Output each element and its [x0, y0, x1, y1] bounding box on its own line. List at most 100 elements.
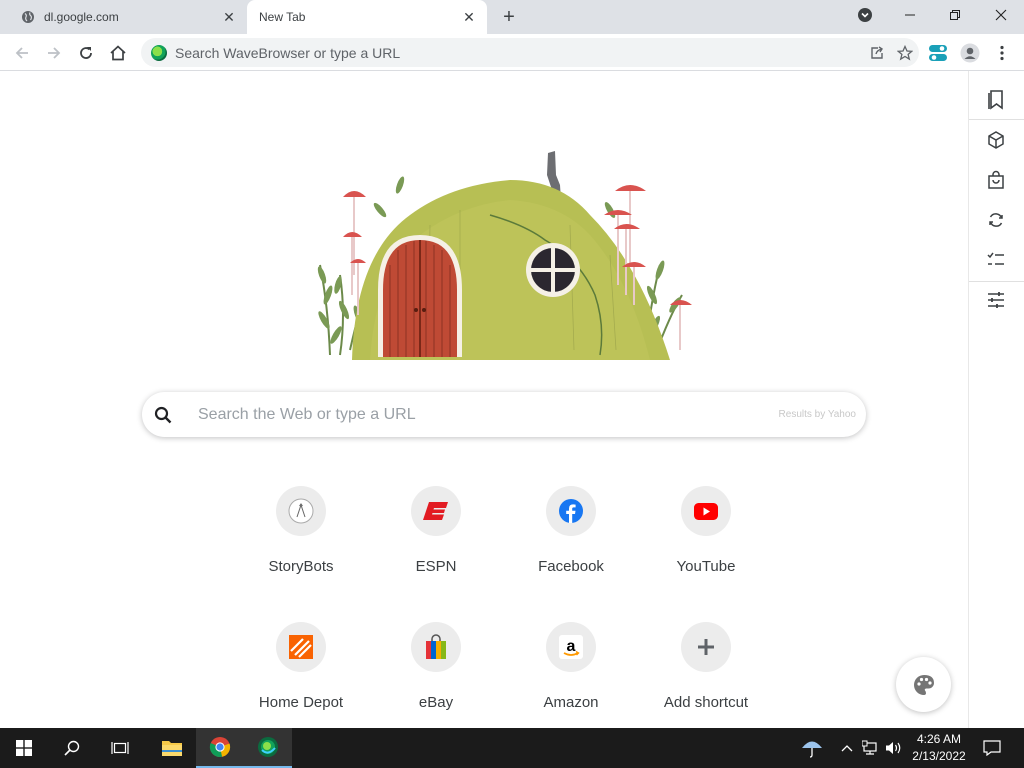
tab-search-button[interactable]: [842, 0, 888, 30]
sliders-icon: [988, 292, 1004, 308]
start-button[interactable]: [0, 728, 48, 768]
windows-taskbar: 4:26 AM 2/13/2022: [0, 728, 1024, 768]
shortcut-label: Home Depot: [258, 694, 344, 711]
svg-text:a: a: [567, 638, 576, 655]
close-tab-icon[interactable]: ✕: [459, 7, 479, 27]
bookmarks-icon: [988, 90, 1003, 110]
profile-button[interactable]: [956, 39, 984, 67]
task-view-icon: [111, 742, 129, 754]
tab-strip: dl.google.com ✕ New Tab ✕ +: [0, 0, 1024, 34]
add-shortcut-button[interactable]: Add shortcut: [650, 622, 762, 734]
reload-button[interactable]: [72, 39, 100, 67]
tab-new-tab[interactable]: New Tab ✕: [247, 0, 487, 34]
taskbar-search-button[interactable]: [48, 728, 96, 768]
windows-logo-icon: [16, 740, 32, 756]
address-bar-placeholder: Search WaveBrowser or type a URL: [175, 44, 401, 61]
network-icon: [862, 740, 877, 755]
address-bar[interactable]: Search WaveBrowser or type a URL: [141, 38, 919, 67]
star-icon: [897, 44, 913, 60]
clock-date: 2/13/2022: [912, 749, 966, 763]
show-hidden-icons-button[interactable]: [837, 738, 857, 758]
espn-icon: [411, 486, 461, 536]
plus-icon: [681, 622, 731, 672]
search-icon: [64, 740, 80, 756]
sidebar-divider: [969, 119, 1024, 120]
share-button[interactable]: [863, 39, 891, 67]
palette-icon: [913, 674, 934, 695]
shortcut-label: YouTube: [676, 558, 736, 575]
task-view-button[interactable]: [96, 728, 144, 768]
shortcut-label: StoryBots: [268, 558, 334, 575]
arrow-right-icon: [48, 47, 61, 59]
search-icon: [151, 403, 175, 427]
sidebar-item-checklist[interactable]: [983, 247, 1009, 273]
chrome-taskbar-button[interactable]: [196, 728, 244, 768]
extension-toggle-icon: [929, 45, 947, 61]
new-tab-button[interactable]: +: [498, 6, 520, 28]
action-center-button[interactable]: [982, 738, 1002, 758]
side-panel: [968, 71, 1024, 728]
wavebrowser-logo-icon: [151, 44, 167, 61]
clock-time: 4:26 AM: [916, 732, 962, 746]
shortcut-label: ESPN: [415, 558, 457, 575]
home-button[interactable]: [104, 39, 132, 67]
menu-button[interactable]: [988, 39, 1016, 67]
sidebar-item-bookmarks[interactable]: [983, 86, 1009, 112]
search-input[interactable]: [198, 403, 779, 426]
results-by-yahoo-label: Results by Yahoo: [778, 409, 856, 420]
shortcut-label: Facebook: [538, 558, 604, 575]
restore-button[interactable]: [932, 0, 978, 30]
taskbar-clock[interactable]: 4:26 AM 2/13/2022: [900, 731, 978, 765]
sidebar-item-shopping[interactable]: [983, 167, 1009, 193]
sidebar-item-sync[interactable]: [983, 207, 1009, 233]
wavebrowser-taskbar-button[interactable]: [244, 728, 292, 768]
checklist-icon: [987, 252, 1004, 265]
share-icon: [871, 45, 883, 59]
web-search-box[interactable]: Results by Yahoo: [142, 392, 866, 437]
globe-icon: [20, 9, 36, 25]
minimize-button[interactable]: [887, 0, 933, 30]
extension-button[interactable]: [924, 39, 952, 67]
shortcut-storybots[interactable]: StoryBots: [245, 486, 357, 598]
shortcut-amazon[interactable]: a Amazon: [515, 622, 627, 734]
tab-dl-google[interactable]: dl.google.com ✕: [0, 0, 247, 34]
chevron-down-icon: [858, 8, 872, 22]
bookmark-star-button[interactable]: [891, 39, 919, 67]
shortcut-espn[interactable]: ESPN: [380, 486, 492, 598]
shortcut-ebay[interactable]: eBay: [380, 622, 492, 734]
notification-icon: [983, 740, 1001, 756]
close-window-button[interactable]: [978, 0, 1024, 30]
sync-icon: [989, 213, 1003, 227]
close-tab-icon[interactable]: ✕: [219, 7, 239, 27]
forward-button[interactable]: [40, 39, 68, 67]
back-button[interactable]: [8, 39, 36, 67]
cube-icon: [988, 131, 1004, 149]
kebab-menu-icon: [1000, 45, 1004, 61]
chevron-up-icon: [841, 745, 853, 752]
shopping-bag-icon: [988, 170, 1004, 189]
minimize-icon: [905, 14, 915, 16]
wavebrowser-icon: [258, 737, 278, 757]
home-icon: [110, 45, 126, 61]
shortcut-youtube[interactable]: YouTube: [650, 486, 762, 598]
folder-icon: [162, 741, 182, 756]
shortcut-label: Amazon: [543, 694, 599, 711]
shortcut-home-depot[interactable]: Home Depot: [245, 622, 357, 734]
close-icon: [995, 9, 1007, 21]
shortcut-label: eBay: [418, 694, 454, 711]
amazon-icon: a: [546, 622, 596, 672]
umbrella-icon: [802, 741, 822, 758]
sidebar-item-cube[interactable]: [983, 127, 1009, 153]
homedepot-icon: [276, 622, 326, 672]
youtube-icon: [681, 486, 731, 536]
sidebar-item-settings[interactable]: [983, 287, 1009, 313]
browser-window: dl.google.com ✕ New Tab ✕ + Search WaveB…: [0, 0, 1024, 768]
hobbit-house-illustration: [317, 151, 692, 360]
chrome-icon: [209, 737, 231, 758]
file-explorer-button[interactable]: [148, 728, 196, 768]
customize-button[interactable]: [896, 657, 951, 712]
shortcut-label: Add shortcut: [663, 694, 749, 711]
network-tray-icon[interactable]: [861, 738, 881, 758]
weather-tray-icon[interactable]: [800, 738, 824, 758]
shortcut-facebook[interactable]: Facebook: [515, 486, 627, 598]
